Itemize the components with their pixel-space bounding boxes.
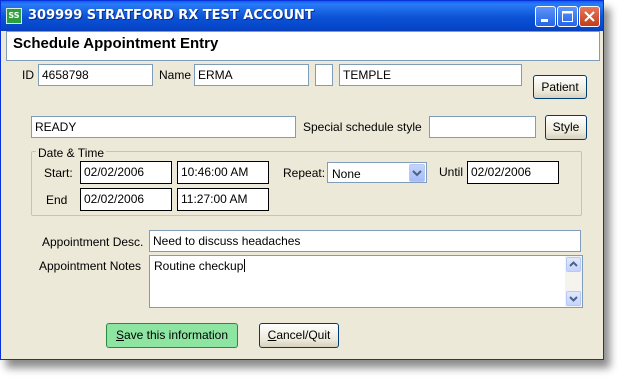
- id-field[interactable]: 4658798: [38, 64, 153, 86]
- close-icon: [584, 11, 595, 22]
- appointment-notes-label: Appointment Notes: [39, 259, 142, 273]
- start-label: Start:: [44, 166, 73, 180]
- style-button[interactable]: Style: [545, 115, 587, 140]
- id-label: ID: [22, 68, 34, 82]
- scroll-down-button[interactable]: [566, 291, 581, 306]
- end-date-field[interactable]: 02/02/2006: [80, 188, 172, 211]
- appointment-desc-field[interactable]: Need to discuss headaches: [149, 230, 581, 252]
- title-bar[interactable]: SS 309999 STRATFORD RX TEST ACCOUNT: [1, 1, 603, 31]
- start-date-field[interactable]: 02/02/2006: [80, 161, 172, 184]
- minimize-icon: [541, 19, 548, 22]
- repeat-value: None: [332, 167, 361, 181]
- special-style-field[interactable]: [429, 116, 536, 138]
- until-label: Until: [439, 165, 464, 179]
- app-icon: SS: [6, 8, 22, 24]
- appointment-notes-text: Routine checkup: [154, 259, 246, 273]
- window-title: 309999 STRATFORD RX TEST ACCOUNT: [28, 8, 314, 23]
- notes-scrollbar[interactable]: [565, 256, 582, 307]
- middle-initial-field[interactable]: [315, 64, 333, 86]
- appointment-desc-label: Appointment Desc.: [42, 235, 144, 249]
- end-time-field[interactable]: 11:27:00 AM: [177, 188, 269, 211]
- repeat-select[interactable]: None: [327, 162, 427, 183]
- name-label: Name: [159, 68, 192, 82]
- first-name-field[interactable]: ERMA: [194, 64, 309, 86]
- scroll-up-button[interactable]: [566, 257, 581, 272]
- chevron-down-icon: [569, 296, 578, 302]
- header-panel: Schedule Appointment Entry: [6, 31, 600, 61]
- date-time-group-label: Date & Time: [36, 146, 107, 160]
- appointment-window: SS 309999 STRATFORD RX TEST ACCOUNT Sche…: [0, 0, 604, 360]
- save-button[interactable]: Save this information: [106, 323, 238, 348]
- patient-button[interactable]: Patient: [533, 75, 587, 99]
- maximize-icon: [562, 11, 573, 22]
- cancel-button[interactable]: Cancel/Quit: [259, 323, 339, 348]
- status-field[interactable]: READY: [31, 116, 296, 138]
- start-time-field[interactable]: 10:46:00 AM: [177, 161, 269, 184]
- appointment-notes-field[interactable]: Routine checkup: [149, 255, 583, 308]
- close-button[interactable]: [579, 6, 600, 27]
- special-style-label: Special schedule style: [303, 120, 422, 134]
- chevron-up-icon: [569, 261, 578, 267]
- minimize-button[interactable]: [535, 6, 556, 27]
- until-date-field[interactable]: 02/02/2006: [467, 161, 559, 184]
- chevron-down-icon[interactable]: [409, 164, 425, 182]
- last-name-field[interactable]: TEMPLE: [339, 64, 522, 86]
- repeat-label: Repeat:: [283, 166, 326, 180]
- end-label: End: [46, 193, 68, 207]
- maximize-button[interactable]: [557, 6, 578, 27]
- page-title: Schedule Appointment Entry: [13, 35, 219, 52]
